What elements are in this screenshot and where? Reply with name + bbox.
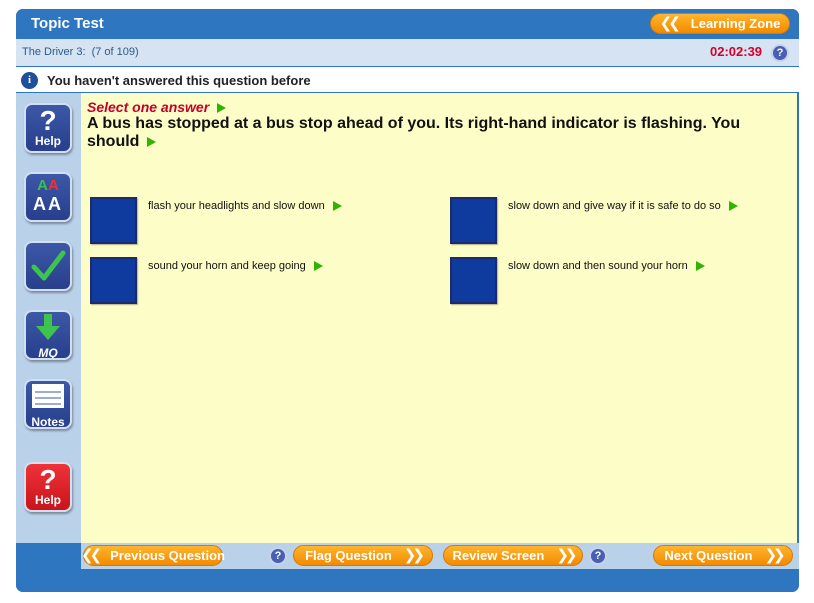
app-window: Topic Test ❮❮ Learning Zone The Driver 3…	[16, 9, 799, 592]
timer-help-icon[interactable]: ?	[771, 44, 789, 62]
double-chevron-right-icon: ❯❯	[403, 547, 425, 564]
info-icon: i	[21, 72, 38, 89]
app-title: Topic Test	[31, 15, 104, 32]
flag-question-button[interactable]: Flag Question ❯❯	[293, 545, 433, 566]
answer-checkbox[interactable]	[90, 257, 137, 304]
answer-option-4[interactable]: slow down and then sound your horn	[450, 257, 780, 307]
notes-button[interactable]: Notes	[24, 379, 72, 429]
review-screen-button[interactable]: Review Screen ❯❯	[443, 545, 583, 566]
flag-question-label: Flag Question	[305, 548, 392, 563]
answer-checkbox[interactable]	[90, 197, 137, 244]
info-bar: The Driver 3: (7 of 109) 02:02:39 ?	[16, 39, 799, 66]
review-screen-label: Review Screen	[452, 548, 545, 563]
question-text: A bus has stopped at a bus stop ahead of…	[87, 115, 777, 151]
double-chevron-right-icon: ❯❯	[556, 547, 577, 564]
timer: 02:02:39	[710, 44, 763, 59]
font-size-icon: AA	[37, 177, 59, 194]
previous-question-button[interactable]: ❮❮ Previous Question	[81, 545, 226, 566]
play-audio-icon[interactable]	[332, 201, 342, 212]
instruction-text: Select one answer	[87, 99, 210, 115]
answer-text: slow down and then sound your horn	[508, 260, 705, 272]
answer-option-2[interactable]: slow down and give way if it is safe to …	[450, 197, 780, 247]
review-help-icon[interactable]: ?	[589, 547, 607, 565]
mq-label: MQ	[38, 346, 58, 360]
play-audio-icon[interactable]	[217, 103, 227, 114]
learning-zone-label: Learning Zone	[690, 16, 781, 31]
answer-option-1[interactable]: flash your headlights and slow down	[90, 197, 420, 247]
next-question-button[interactable]: Next Question ❯❯	[653, 545, 793, 566]
answer-text: sound your horn and keep going	[148, 260, 323, 272]
check-answer-button[interactable]	[24, 241, 72, 291]
answer-label: slow down and then sound your horn	[508, 260, 688, 272]
play-audio-icon[interactable]	[728, 201, 738, 212]
play-audio-icon[interactable]	[313, 261, 323, 272]
next-question-label: Next Question	[664, 548, 753, 563]
double-chevron-right-icon: ❯❯	[764, 547, 785, 564]
answer-checkbox[interactable]	[450, 197, 497, 244]
double-chevron-left-icon: ❮❮	[659, 15, 681, 32]
title-bar: Topic Test ❮❮ Learning Zone	[16, 9, 799, 39]
help-button-secondary[interactable]: ? Help	[24, 462, 72, 512]
font-size-button[interactable]: AA AA	[24, 172, 72, 222]
question-body: A bus has stopped at a bus stop ahead of…	[87, 115, 741, 150]
subject-name: The Driver 3:	[22, 46, 86, 58]
notes-label: Notes	[31, 415, 65, 429]
answer-label: sound your horn and keep going	[148, 260, 306, 272]
answer-label: flash your headlights and slow down	[148, 200, 325, 212]
answer-text: flash your headlights and slow down	[148, 200, 342, 212]
previous-question-label: Previous Question	[110, 548, 226, 563]
font-size-label: AA	[33, 194, 63, 214]
play-audio-icon[interactable]	[147, 136, 157, 147]
status-message: You haven't answered this question befor…	[47, 73, 311, 88]
navigation-bar: ❮❮ Previous Question ? Flag Question ❯❯ …	[81, 543, 799, 569]
answer-option-3[interactable]: sound your horn and keep going	[90, 257, 420, 307]
question-mark-icon: ?	[39, 464, 57, 495]
learning-zone-button[interactable]: ❮❮ Learning Zone	[650, 13, 790, 34]
status-bar: i You haven't answered this question bef…	[16, 66, 799, 93]
answer-label: slow down and give way if it is safe to …	[508, 200, 721, 212]
question-mark-icon: ?	[39, 105, 57, 136]
subject-label: The Driver 3: (7 of 109)	[22, 46, 139, 58]
flag-help-icon[interactable]: ?	[269, 547, 287, 565]
help-button[interactable]: ? Help	[24, 103, 72, 153]
answer-checkbox[interactable]	[450, 257, 497, 304]
footer-bar	[16, 569, 799, 592]
down-arrow-icon	[36, 314, 60, 340]
question-progress: (7 of 109)	[91, 46, 139, 58]
mark-question-button[interactable]: MQ	[24, 310, 72, 360]
question-panel: Select one answer A bus has stopped at a…	[81, 93, 797, 543]
sidebar: ? Help AA AA MQ Notes ? Help	[16, 93, 81, 543]
double-chevron-left-icon: ❮❮	[81, 547, 102, 564]
help-label: Help	[34, 493, 61, 507]
help-label: Help	[34, 134, 61, 148]
notes-icon	[32, 384, 64, 408]
answer-text: slow down and give way if it is safe to …	[508, 200, 738, 212]
checkmark-icon	[31, 250, 66, 281]
play-audio-icon[interactable]	[695, 261, 705, 272]
select-instruction: Select one answer	[87, 99, 227, 115]
